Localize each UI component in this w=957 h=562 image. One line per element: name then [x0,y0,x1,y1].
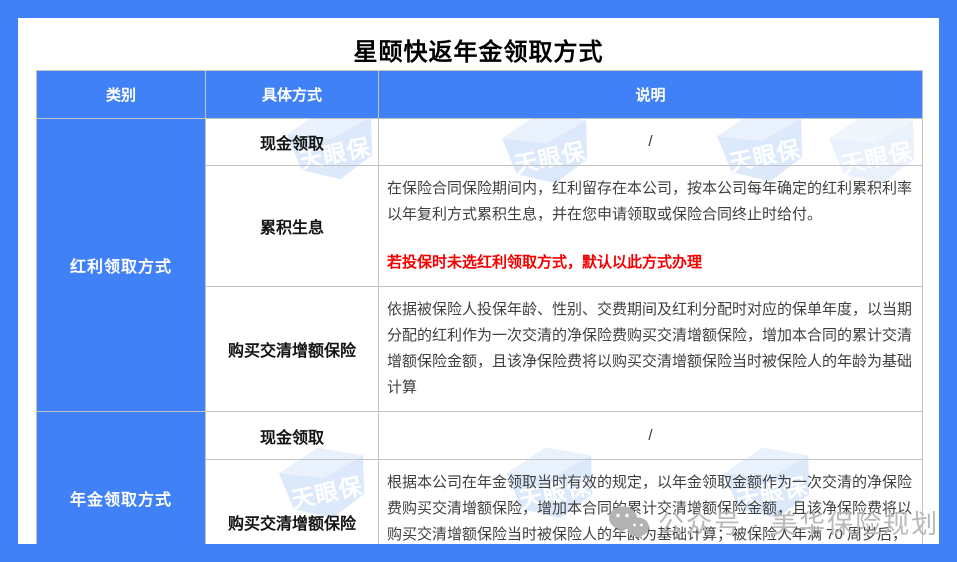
method-paidup-additions: 购买交清增额保险 [205,286,379,412]
category-annuity: 年金领取方式 [36,411,206,544]
method-accumulate-interest: 累积生息 [205,165,379,287]
header-description: 说明 [378,70,923,119]
desc-cash-annuity: / [378,411,923,460]
desc-accumulate-interest: 在保险合同保险期间内，红利留存在本公司，按本公司每年确定的红利累积利率以年复利方… [378,165,923,287]
blue-frame: 天眼保 天眼保 天眼保 天眼保 天眼保 天眼保 天眼保 星颐快返年金领取方式 类… [0,0,957,562]
header-method: 具体方式 [205,70,379,119]
desc-cash: / [378,118,923,166]
desc-paidup-additions: 依据被保险人投保年龄、性别、交费期间及红利分配时对应的保单年度，以当期分配的红利… [378,286,923,412]
table-row: 年金领取方式 现金领取 / [36,411,923,544]
desc-text: 在保险合同保险期间内，红利留存在本公司，按本公司每年确定的红利累积利率以年复利方… [387,180,913,223]
table-card: 天眼保 天眼保 天眼保 天眼保 天眼保 天眼保 天眼保 星颐快返年金领取方式 类… [18,18,939,544]
wechat-account-label: 公众号 · 美华保险规划 [658,509,939,539]
table-row: 红利领取方式 现金领取 / [36,118,923,412]
header-category: 类别 [36,70,206,119]
page-title: 星颐快返年金领取方式 [353,39,604,66]
default-method-note: 若投保时未选红利领取方式，默认以此方式办理 [387,254,703,271]
wechat-account-watermark: 公众号 · 美华保险规划 [608,504,939,541]
category-dividend: 红利领取方式 [36,118,206,412]
method-cash: 现金领取 [205,118,379,166]
annuity-payout-table: 类别 具体方式 说明 红利领取方式 现金领取 / 累积生息 在保险合同保险期间内… [36,70,923,544]
wechat-icon [609,506,649,540]
table-header-row: 类别 具体方式 说明 [36,70,923,119]
method-paidup-additions-annuity: 购买交清增额保险 [205,459,379,544]
method-cash-annuity: 现金领取 [205,411,379,460]
